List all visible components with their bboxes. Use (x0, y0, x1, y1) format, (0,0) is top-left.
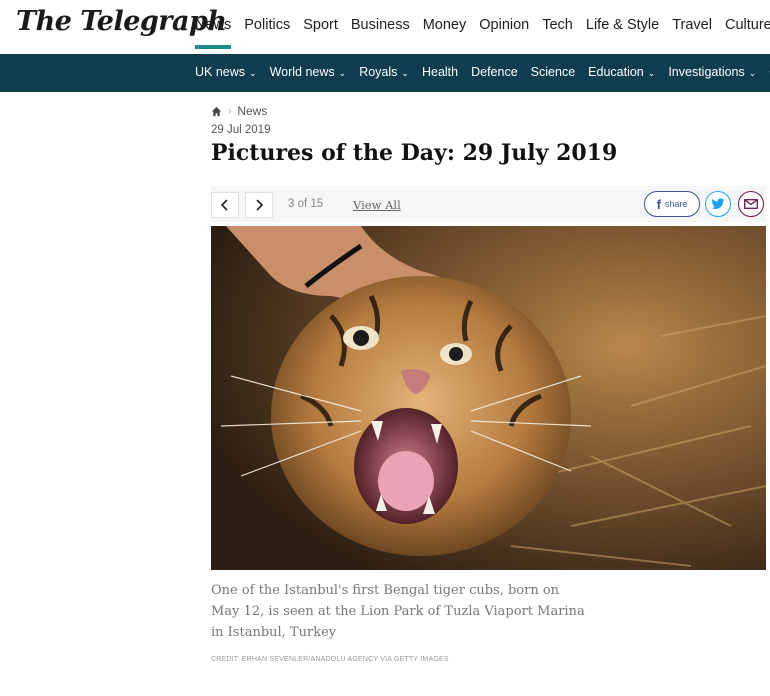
view-all-link[interactable]: View All (353, 198, 401, 212)
subnav-investigations[interactable]: Investigations ⌄ (668, 65, 756, 79)
subnav-education[interactable]: Education ⌄ (588, 65, 655, 79)
subnav-science[interactable]: Science (531, 65, 575, 79)
nav-business[interactable]: Business (351, 17, 410, 33)
main-nav: News Politics Sport Business Money Opini… (195, 17, 770, 49)
nav-politics[interactable]: Politics (244, 17, 290, 33)
photo-credit: CREDIT: ERHAN SEVENLER/ANADOLU AGENCY VI… (211, 656, 449, 663)
twitter-share-button[interactable] (705, 191, 731, 217)
subnav-label: Science (530, 65, 576, 79)
gallery-photo-tiger-cub[interactable] (211, 226, 766, 570)
chevron-down-icon: ⌄ (647, 67, 656, 78)
nav-life-style[interactable]: Life & Style (586, 17, 659, 33)
next-button[interactable] (245, 192, 273, 218)
home-icon[interactable] (211, 106, 222, 117)
publish-date: 29 Jul 2019 (211, 124, 271, 136)
breadcrumb: › News (211, 104, 267, 118)
email-share-button[interactable] (738, 191, 764, 217)
subnav-label: Investigations (668, 65, 745, 79)
share-label: share (664, 199, 688, 209)
subnav-label: Defence (471, 65, 518, 79)
subnav-health[interactable]: Health (422, 65, 458, 79)
gallery-controls: 3 of 15 View All f share (211, 186, 766, 222)
gallery-counter: 3 of 15 (288, 198, 324, 210)
nav-culture[interactable]: Culture (725, 17, 770, 33)
chevron-down-icon: ⌄ (338, 67, 347, 78)
tiger-cub-image (211, 226, 766, 570)
subnav-label: Royals (359, 65, 398, 79)
facebook-share-button[interactable]: f share (644, 191, 700, 217)
sub-nav: UK news ⌄ World news ⌄ Royals ⌄ Health Defe… (0, 54, 770, 92)
nav-travel[interactable]: Travel (672, 17, 712, 33)
chevron-left-icon (220, 199, 228, 211)
subnav-label: Health (421, 65, 459, 79)
page-title: Pictures of the Day: 29 July 2019 (211, 140, 618, 166)
photo-caption: One of the Istanbul's first Bengal tiger… (211, 583, 585, 640)
chevron-down-icon: ⌄ (401, 67, 409, 78)
subnav-world-news[interactable]: World news ⌄ (270, 65, 347, 79)
chevron-down-icon: ⌄ (249, 67, 257, 78)
nav-tech[interactable]: Tech (542, 17, 573, 33)
chevron-down-icon: ⌄ (748, 67, 757, 78)
chevron-right-icon: › (228, 105, 232, 117)
facebook-icon: f (656, 196, 661, 212)
subnav-uk-news[interactable]: UK news ⌄ (195, 65, 257, 79)
previous-button[interactable] (211, 192, 239, 218)
breadcrumb-news[interactable]: News (237, 104, 267, 118)
nav-news[interactable]: News (195, 17, 232, 49)
top-bar: The Telegraph News Politics Sport Busine… (0, 0, 770, 54)
subnav-label: UK news (195, 65, 246, 79)
subnav-defence[interactable]: Defence (471, 65, 518, 79)
subnav-label: Education (588, 65, 644, 79)
subnav-royals[interactable]: Royals ⌄ (359, 65, 409, 79)
subnav-label: World news (269, 65, 335, 79)
nav-money[interactable]: Money (423, 17, 467, 33)
twitter-icon (711, 198, 725, 210)
chevron-right-icon (256, 199, 264, 211)
nav-opinion[interactable]: Opinion (479, 17, 529, 33)
nav-sport[interactable]: Sport (303, 17, 338, 33)
email-icon (744, 199, 758, 209)
